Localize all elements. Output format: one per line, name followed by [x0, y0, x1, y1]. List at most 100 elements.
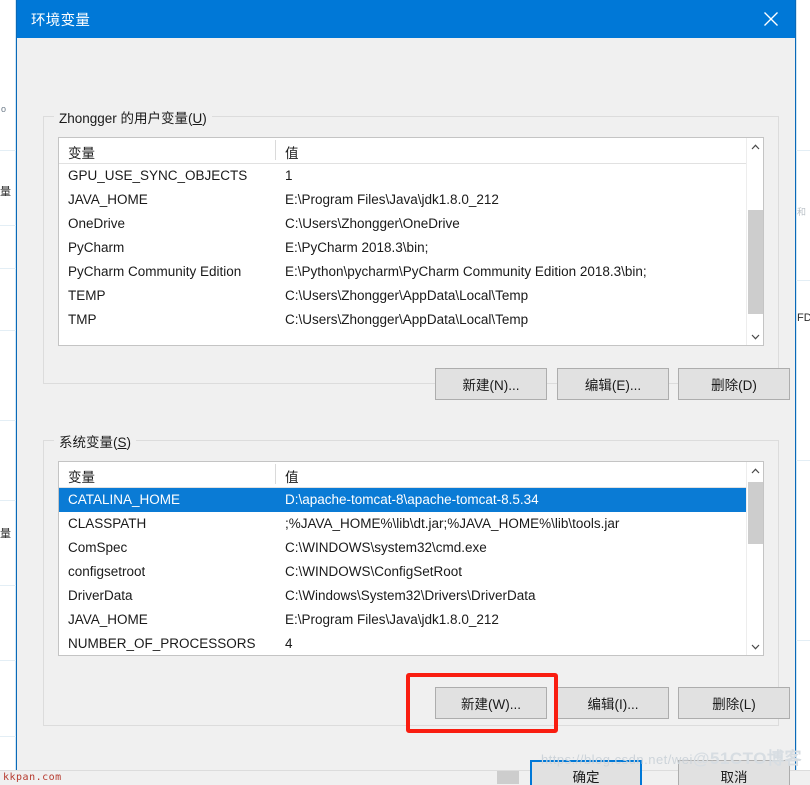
- user-variables-label-suffix: ): [202, 111, 207, 126]
- system-variables-label-prefix: 系统变量(: [59, 435, 118, 450]
- watermark-brand: @51CTO博客: [692, 749, 802, 768]
- variable-name-cell: JAVA_HOME: [68, 192, 148, 207]
- screenshot-root: o 量 和 FD 量 环境变量 Zhongger 的用户变量(U) 变量 值 G…: [0, 0, 810, 785]
- background-divider: [796, 460, 810, 461]
- variable-value-cell: ;%JAVA_HOME%\lib\dt.jar;%JAVA_HOME%\lib\…: [285, 516, 620, 531]
- dialog-titlebar: 环境变量: [17, 0, 795, 38]
- variable-name-cell: OneDrive: [68, 216, 126, 231]
- variable-value-cell: C:\WINDOWS\ConfigSetRoot: [285, 564, 463, 579]
- scroll-up-icon[interactable]: [747, 462, 763, 479]
- user-list-header: 变量 值: [59, 138, 763, 164]
- table-row[interactable]: JAVA_HOME E:\Program Files\Java\jdk1.8.0_…: [59, 188, 763, 212]
- system-variables-label-suffix: ): [126, 435, 132, 450]
- scroll-down-icon[interactable]: [747, 638, 763, 655]
- table-row[interactable]: ComSpec C:\WINDOWS\system32\cmd.exe: [59, 536, 763, 560]
- table-row[interactable]: TMP C:\Users\Zhongger\AppData\Local\Temp: [59, 308, 763, 332]
- watermark-csdn: https://blog.csdn.net/wei@51CTO博客: [541, 744, 802, 769]
- variable-name-cell: NUMBER_OF_PROCESSORS: [68, 636, 256, 651]
- user-column-header-value[interactable]: 值: [285, 142, 299, 162]
- background-divider: [0, 420, 16, 421]
- system-new-button[interactable]: 新建(W)...: [435, 687, 547, 719]
- background-right-strip: [796, 0, 810, 770]
- system-variables-list[interactable]: 变量 值 CATALINA_HOME D:\apache-tomcat-8\apa…: [58, 461, 764, 656]
- environment-variables-dialog: 环境变量 Zhongger 的用户变量(U) 变量 值 GPU_USE_SYNC…: [16, 0, 796, 785]
- background-text-fragment: 和: [797, 207, 807, 217]
- scroll-up-icon[interactable]: [747, 138, 763, 155]
- user-variables-label-prefix: Zhongger 的用户变量(: [59, 111, 193, 126]
- system-variables-label-accel: S: [117, 435, 127, 450]
- system-list-scrollbar[interactable]: [746, 462, 763, 655]
- table-row[interactable]: OneDrive C:\Users\Zhongger\OneDrive: [59, 212, 763, 236]
- variable-value-cell: C:\Users\Zhongger\AppData\Local\Temp: [285, 288, 529, 303]
- user-delete-button[interactable]: 删除(D): [678, 368, 790, 400]
- table-row[interactable]: CATALINA_HOME D:\apache-tomcat-8\apache-t…: [59, 488, 763, 512]
- user-column-header-name[interactable]: 变量: [68, 142, 95, 162]
- system-list-rows: CATALINA_HOME D:\apache-tomcat-8\apache-t…: [59, 488, 763, 655]
- user-edit-button[interactable]: 编辑(E)...: [557, 368, 669, 400]
- variable-value-cell: E:\PyCharm 2018.3\bin;: [285, 240, 429, 255]
- scroll-down-icon[interactable]: [747, 328, 763, 345]
- user-list-scrollbar[interactable]: [746, 138, 763, 345]
- variable-value-cell: C:\WINDOWS\system32\cmd.exe: [285, 540, 487, 555]
- variable-name-cell: TMP: [68, 312, 97, 327]
- user-list-rows: GPU_USE_SYNC_OBJECTS 1 JAVA_HOME E:\Program…: [59, 164, 763, 332]
- variable-value-cell: D:\apache-tomcat-8\apache-tomcat-8.5.34: [285, 492, 539, 507]
- user-new-button[interactable]: 新建(N)...: [435, 368, 547, 400]
- variable-name-cell: ComSpec: [68, 540, 128, 555]
- system-column-header-name[interactable]: 变量: [68, 466, 95, 486]
- variable-name-cell: DriverData: [68, 588, 133, 603]
- variable-value-cell: 4: [285, 636, 293, 651]
- system-list-header: 变量 值: [59, 462, 763, 488]
- variable-name-cell: PyCharm Community Edition: [68, 264, 242, 279]
- user-variables-label: Zhongger 的用户变量(U): [54, 107, 212, 127]
- background-left-strip: [0, 0, 16, 770]
- background-divider: [0, 225, 16, 226]
- table-row[interactable]: JAVA_HOME E:\Program Files\Java\jdk1.8.0_…: [59, 608, 763, 632]
- variable-name-cell: GPU_USE_SYNC_OBJECTS: [68, 168, 248, 183]
- watermark-url: https://blog.csdn.net/wei: [540, 752, 693, 767]
- system-delete-button[interactable]: 删除(L): [678, 687, 790, 719]
- table-row[interactable]: PyCharm E:\PyCharm 2018.3\bin;: [59, 236, 763, 260]
- background-divider: [796, 640, 810, 641]
- system-variables-group: 系统变量(S) 变量 值 CATALINA_HOME D:\apache-tomc…: [43, 431, 779, 726]
- system-scrollbar-thumb[interactable]: [748, 482, 763, 544]
- system-edit-button[interactable]: 编辑(I)...: [557, 687, 669, 719]
- user-scrollbar-thumb[interactable]: [748, 210, 763, 314]
- column-divider[interactable]: [275, 464, 276, 484]
- variable-name-cell: PyCharm: [68, 240, 125, 255]
- table-row[interactable]: CLASSPATH ;%JAVA_HOME%\lib\dt.jar;%JAVA_H…: [59, 512, 763, 536]
- variable-name-cell: CATALINA_HOME: [68, 492, 181, 507]
- table-row[interactable]: configsetroot C:\WINDOWS\ConfigSetRoot: [59, 560, 763, 584]
- table-row[interactable]: PyCharm Community Edition E:\Python\pycha…: [59, 260, 763, 284]
- system-variables-label: 系统变量(S): [54, 431, 137, 451]
- background-text-fragment: o: [1, 104, 7, 114]
- background-divider: [0, 150, 16, 151]
- background-text-fragment: 量: [0, 186, 11, 198]
- system-column-header-value[interactable]: 值: [285, 466, 299, 486]
- column-divider[interactable]: [275, 140, 276, 160]
- variable-name-cell: TEMP: [68, 288, 106, 303]
- user-variables-list[interactable]: 变量 值 GPU_USE_SYNC_OBJECTS 1 JAVA_HOME E:\Pr…: [58, 137, 764, 346]
- background-divider: [0, 268, 16, 269]
- background-divider: [0, 330, 16, 331]
- table-row[interactable]: DriverData C:\Windows\System32\Drivers\Dr…: [59, 584, 763, 608]
- background-text-fragment: FD: [797, 312, 810, 324]
- table-row[interactable]: NUMBER_OF_PROCESSORS 4: [59, 632, 763, 655]
- background-horizontal-scrollbar[interactable]: [497, 771, 519, 784]
- table-row[interactable]: TEMP C:\Users\Zhongger\AppData\Local\Temp: [59, 284, 763, 308]
- user-variables-label-accel: U: [192, 111, 203, 126]
- variable-name-cell: JAVA_HOME: [68, 612, 148, 627]
- variable-name-cell: CLASSPATH: [68, 516, 147, 531]
- close-icon: [764, 12, 778, 26]
- close-button[interactable]: [747, 0, 795, 38]
- background-divider: [796, 280, 810, 281]
- background-divider: [0, 585, 16, 586]
- variable-value-cell: E:\Python\pycharm\PyCharm Community Edit…: [285, 264, 647, 279]
- background-text-fragment: 量: [0, 528, 11, 540]
- variable-value-cell: C:\Windows\System32\Drivers\DriverData: [285, 588, 536, 603]
- background-divider: [0, 660, 16, 661]
- background-divider: [0, 736, 16, 737]
- variable-name-cell: configsetroot: [68, 564, 146, 579]
- variable-value-cell: C:\Users\Zhongger\OneDrive: [285, 216, 460, 231]
- table-row[interactable]: GPU_USE_SYNC_OBJECTS 1: [59, 164, 763, 188]
